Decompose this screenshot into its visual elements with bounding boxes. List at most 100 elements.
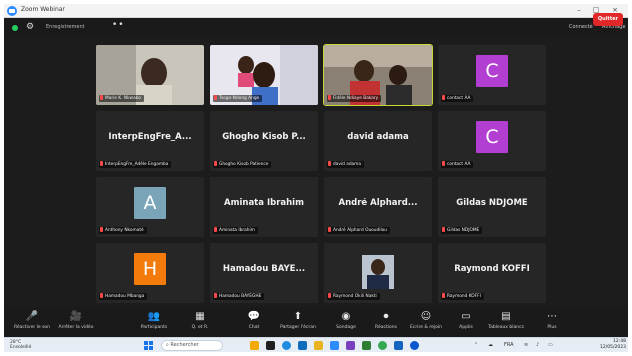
participant-name: Raymond KOFFI (454, 264, 530, 274)
toolbar-button-qa[interactable]: ▦ Q. et R. (176, 310, 224, 336)
participant-avatar: H (134, 253, 166, 285)
toolbar-button-label: Chat (248, 325, 260, 330)
toolbar-button-more[interactable]: ⋯ Plus (528, 310, 576, 336)
volume-icon[interactable]: ♪ (536, 342, 539, 348)
toolbar-button-whiteboards[interactable]: ▤ Tableaux blancs (482, 310, 530, 336)
participant-caption: Ghogho Kisob Patience (213, 161, 272, 168)
outlook-icon[interactable] (410, 341, 419, 350)
minimize-button[interactable]: – (572, 5, 586, 16)
participant-caption: contact AA (441, 161, 474, 168)
participant-avatar: C (476, 55, 508, 87)
participant-caption: Hamadou BAYEGHE (213, 293, 265, 300)
participant-tile[interactable]: A Anthony Nkomaté (96, 177, 204, 237)
muted-mic-icon (100, 161, 103, 166)
more-options-icon[interactable]: •• (112, 20, 125, 30)
toolbar-button-share-screen[interactable]: ⬆ Partager l'écran (274, 310, 322, 336)
window-title: Zoom Webinar (21, 6, 65, 13)
connected-status: Connecté (569, 24, 593, 30)
zoom-taskbar-icon[interactable] (330, 341, 339, 350)
participant-tile[interactable]: Aminata Ibrahim Aminata Ibrahim (210, 177, 318, 237)
word-icon[interactable] (394, 341, 403, 350)
tray-chevron-icon[interactable]: ⌃ (474, 342, 478, 348)
search-placeholder: Rechercher (170, 342, 199, 348)
muted-mic-icon (100, 293, 103, 298)
participant-caption-text: Raymond KOFFI (447, 294, 481, 299)
muted-mic-icon (328, 293, 331, 298)
windows-taskbar: 28°C Ensoleillé ⌕ Rechercher ⌃ ☁ FRA ≋ ♪… (4, 337, 628, 352)
excel-icon[interactable] (362, 341, 371, 350)
participant-avatar: A (134, 187, 166, 219)
participant-caption-text: contact AA (447, 96, 471, 101)
participant-caption: Raymond KOFFI (441, 293, 484, 300)
participant-caption-text: Ghogho Kisob Patience (219, 162, 269, 167)
participant-avatar: C (476, 121, 508, 153)
muted-mic-icon (214, 95, 217, 100)
participant-caption: contact AA (441, 95, 474, 102)
participant-caption: david adama (327, 161, 365, 168)
participant-tile[interactable]: InterpEngFre_A... InterpEngFre_Adèle Enga… (96, 111, 204, 171)
participant-tile[interactable]: H Hamadou Mbanga (96, 243, 204, 303)
store-icon[interactable] (298, 341, 307, 350)
title-bar: Zoom Webinar – □ × (4, 4, 628, 18)
toolbar-button-label: Q. et R. (191, 325, 209, 330)
participant-caption-text: david adama (333, 162, 362, 167)
participant-caption-text: Fidèle Ndiaye Bakary (333, 96, 379, 101)
muted-mic-icon (214, 293, 217, 298)
toolbar-button-microphone[interactable]: 🎤 Réactiver le son (8, 310, 56, 336)
participant-tile[interactable]: Ghogho Kisob P... Ghogho Kisob Patience (210, 111, 318, 171)
participant-caption-text: Tsogo-Ndong Ange (219, 96, 260, 101)
whiteboards-icon: ▤ (501, 311, 511, 322)
apps-icon: ▭ (461, 311, 471, 322)
edge-icon[interactable] (282, 341, 291, 350)
participant-tile[interactable]: Gildas NDJOME Gildas NDJOME (438, 177, 546, 237)
participant-tile[interactable]: Tsogo-Ndong Ange (210, 45, 318, 105)
taskview-icon[interactable] (266, 341, 275, 350)
people-app-icon[interactable] (250, 341, 259, 350)
gallery-view: Marie K. Nkwabo Tsogo-Ndong Ange Fidèle … (96, 44, 546, 303)
muted-mic-icon (442, 161, 445, 166)
meeting-toolbar: 🎤 Réactiver le son 🎥 Arrêter la vidéo 👥 Pa… (4, 307, 628, 337)
participant-tile[interactable]: Raymond KOFFI Raymond KOFFI (438, 243, 546, 303)
leave-button[interactable]: Quitter (593, 13, 623, 26)
toolbar-button-chat[interactable]: 💬 Chat (230, 310, 278, 336)
participant-caption: Hamadou Mbanga (99, 293, 148, 300)
participant-tile[interactable]: Raymond Okili Nakti (324, 243, 432, 303)
weather-desc: Ensoleillé (10, 345, 32, 350)
windows-start-icon[interactable] (144, 341, 153, 350)
participant-name: Hamadou BAYE... (222, 264, 306, 274)
wifi-icon[interactable]: ≋ (524, 342, 528, 348)
participant-tile[interactable]: Ccontact AA (438, 45, 546, 105)
video-camera-icon: 🎥 (69, 311, 83, 322)
participant-name: Ghogho Kisob P... (222, 132, 306, 142)
participant-tile[interactable]: André Alphard... André Alphard Ououdilou (324, 177, 432, 237)
muted-mic-icon (100, 227, 103, 232)
teams-icon[interactable] (346, 341, 355, 350)
participant-tile[interactable]: Fidèle Ndiaye Bakary (323, 44, 433, 106)
participant-caption-text: Anthony Nkomaté (105, 228, 144, 233)
security-shield-icon[interactable] (12, 25, 18, 31)
chrome-icon[interactable] (378, 341, 387, 350)
participant-caption: Fidèle Ndiaye Bakary (327, 95, 382, 102)
battery-icon[interactable]: ▭ (548, 342, 553, 348)
toolbar-button-label: Arrêter la vidéo (58, 325, 94, 330)
tray-language[interactable]: FRA (504, 342, 514, 348)
participant-tile[interactable]: david adama david adama (324, 111, 432, 171)
toolbar-button-participants[interactable]: 👥 Participants (130, 310, 178, 336)
participant-tile[interactable]: Marie K. Nkwabo (96, 45, 204, 105)
muted-mic-icon (214, 161, 217, 166)
toolbar-button-video-camera[interactable]: 🎥 Arrêter la vidéo (52, 310, 100, 336)
onedrive-icon[interactable]: ☁ (488, 342, 493, 348)
weather-widget[interactable]: 28°C Ensoleillé (10, 340, 31, 350)
participant-caption: InterpEngFre_Adèle Engamba (99, 161, 172, 168)
participant-name: André Alphard... (338, 198, 418, 208)
participant-tile[interactable]: Hamadou BAYE... Hamadou BAYEGHE (210, 243, 318, 303)
taskbar-search[interactable]: ⌕ Rechercher (161, 340, 223, 351)
file-explorer-icon[interactable] (314, 341, 323, 350)
toolbar-button-label: Tableaux blancs (488, 325, 524, 330)
participant-caption: Raymond Okili Nakti (327, 293, 380, 300)
system-clock[interactable]: 12:48 12/05/2023 (600, 339, 626, 351)
clock-date: 12/05/2023 (600, 345, 626, 350)
muted-mic-icon (214, 227, 217, 232)
participant-tile[interactable]: Ccontact AA (438, 111, 546, 171)
gear-icon[interactable]: ⚙ (26, 22, 34, 32)
